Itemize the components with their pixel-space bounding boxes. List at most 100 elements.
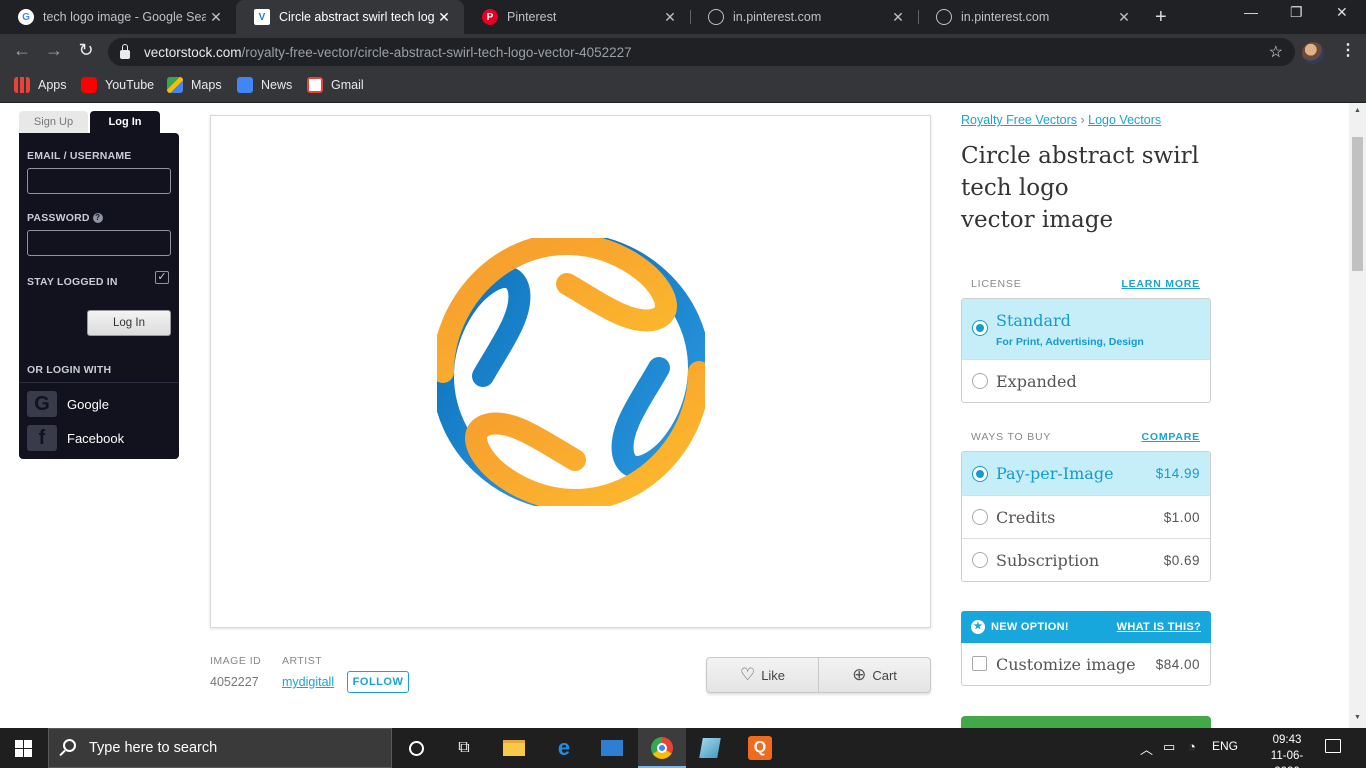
app-icon[interactable] — [698, 736, 722, 760]
minimize-icon[interactable]: — — [1244, 4, 1258, 20]
close-tab-icon[interactable]: ✕ — [1114, 9, 1134, 26]
mail-icon[interactable] — [600, 736, 624, 760]
google-label: Google — [67, 396, 109, 412]
windows-taskbar: Type here to search ⧉ e Q ︿ ▭ ◔ ENG 09:4… — [0, 728, 1366, 768]
show-hidden-icons[interactable]: ︿ — [1140, 739, 1153, 758]
close-tab-icon[interactable]: ✕ — [660, 9, 680, 26]
taskbar-search[interactable]: Type here to search — [48, 728, 392, 768]
new-tab-button[interactable]: + — [1155, 6, 1167, 29]
bookmark-youtube[interactable]: YouTube — [81, 77, 154, 93]
pinterest-icon: P — [482, 9, 498, 25]
breadcrumb-logo-vectors[interactable]: Logo Vectors — [1088, 113, 1161, 127]
globe-icon — [936, 9, 952, 25]
learn-more-link[interactable]: LEARN MORE — [1121, 278, 1200, 290]
tab-log-in[interactable]: Log In — [90, 111, 160, 133]
star-icon: ★ — [971, 620, 985, 634]
notifications-icon[interactable] — [1325, 739, 1341, 753]
bookmark-label: Apps — [38, 78, 67, 92]
image-id-value: 4052227 — [210, 675, 259, 689]
customize-image-option[interactable]: Customize image $84.00 — [961, 643, 1211, 686]
forward-arrow-icon[interactable]: → — [42, 40, 66, 61]
google-login-button[interactable]: G Google — [27, 391, 109, 417]
plus-circle-icon: ⊕ — [852, 665, 867, 684]
what-is-this-link[interactable]: WHAT IS THIS? — [1117, 621, 1201, 633]
stay-logged-in-checkbox[interactable]: ✓ — [155, 271, 169, 284]
license-expanded[interactable]: Expanded — [962, 359, 1210, 402]
page-scrollbar[interactable]: ▲ ▼ — [1349, 103, 1366, 728]
chrome-icon[interactable] — [650, 736, 674, 760]
reload-icon[interactable]: ↻ — [74, 40, 98, 61]
radio-selected[interactable] — [972, 465, 988, 482]
buy-credits[interactable]: Credits $1.00 — [962, 495, 1210, 538]
address-bar[interactable]: vectorstock.com/royalty-free-vector/circ… — [108, 38, 1295, 66]
scroll-down-icon[interactable]: ▼ — [1354, 714, 1361, 721]
tab-google-search[interactable]: G tech logo image - Google Search ✕ — [0, 0, 236, 34]
follow-button[interactable]: FOLLOW — [347, 671, 409, 693]
windows-start-icon[interactable] — [15, 740, 32, 757]
scrollbar-thumb[interactable] — [1352, 137, 1363, 271]
customize-checkbox[interactable] — [972, 656, 987, 671]
product-image[interactable] — [210, 115, 931, 628]
clock[interactable]: 09:43 11-06-2020 — [1262, 732, 1312, 768]
tab-pinterest-in-2[interactable]: in.pinterest.com ✕ — [918, 0, 1144, 34]
password-field[interactable] — [27, 230, 171, 256]
google-icon: G — [27, 391, 57, 417]
cart-button[interactable]: ⊕ Cart — [818, 658, 930, 692]
bookmark-news[interactable]: News — [237, 77, 292, 93]
edge-icon[interactable]: e — [552, 735, 576, 760]
profile-avatar[interactable] — [1302, 42, 1324, 64]
option-label: Expanded — [996, 371, 1077, 391]
battery-icon[interactable]: ▭ — [1163, 739, 1175, 755]
bookmark-maps[interactable]: Maps — [167, 77, 222, 93]
facebook-login-button[interactable]: f Facebook — [27, 425, 124, 451]
radio-selected[interactable] — [972, 320, 988, 336]
url-domain: vectorstock.com — [144, 44, 242, 60]
tab-title: Circle abstract swirl tech logo Royalty — [279, 10, 434, 24]
task-view-icon[interactable]: ⧉ — [452, 736, 476, 760]
compare-link[interactable]: COMPARE — [1142, 431, 1201, 443]
tab-pinterest-in[interactable]: in.pinterest.com ✕ — [690, 0, 918, 34]
back-arrow-icon[interactable]: ← — [10, 40, 34, 61]
q-app-icon[interactable]: Q — [748, 736, 772, 760]
tab-pinterest[interactable]: P Pinterest ✕ — [464, 0, 690, 34]
buy-pay-per-image[interactable]: Pay-per-Image $14.99 — [962, 452, 1210, 495]
or-login-with-label: OR LOGIN WITH — [27, 364, 112, 376]
scroll-up-icon[interactable]: ▲ — [1354, 107, 1361, 114]
password-label: PASSWORD — [27, 212, 90, 224]
swirl-logo-image — [437, 238, 705, 506]
file-explorer-icon[interactable] — [502, 736, 526, 760]
breadcrumb-royalty-free[interactable]: Royalty Free Vectors — [961, 113, 1077, 127]
option-sublabel: For Print, Advertising, Design — [996, 336, 1144, 348]
help-icon[interactable]: ? — [92, 213, 103, 224]
radio[interactable] — [972, 373, 988, 389]
bookmark-star-icon[interactable]: ☆ — [1269, 42, 1283, 62]
cortana-icon[interactable] — [404, 736, 428, 760]
title-line: vector image — [961, 207, 1114, 233]
email-field[interactable] — [27, 168, 171, 194]
restore-icon[interactable]: ❐ — [1290, 4, 1303, 21]
close-tab-icon[interactable]: ✕ — [888, 9, 908, 26]
radio[interactable] — [972, 552, 988, 568]
language-indicator[interactable]: ENG — [1212, 739, 1238, 753]
like-button[interactable]: ♡ Like — [707, 658, 818, 692]
bookmark-gmail[interactable]: Gmail — [307, 77, 364, 93]
password-label-row: PASSWORD? — [27, 212, 103, 224]
log-in-button[interactable]: Log In — [87, 310, 171, 336]
tab-sign-up[interactable]: Sign Up — [19, 111, 88, 133]
tab-vectorstock[interactable]: V Circle abstract swirl tech logo Royalt… — [236, 0, 464, 34]
artist-link[interactable]: mydigitall — [282, 675, 334, 689]
breadcrumb-separator: › — [1080, 113, 1085, 127]
buy-button[interactable] — [961, 716, 1211, 728]
customize-label: Customize image — [996, 654, 1136, 674]
apps-grid-icon — [14, 77, 30, 93]
bookmark-label: Gmail — [331, 78, 364, 92]
buy-subscription[interactable]: Subscription $0.69 — [962, 538, 1210, 581]
bookmark-apps[interactable]: Apps — [14, 77, 67, 93]
close-window-icon[interactable]: ✕ — [1336, 4, 1348, 21]
wifi-icon[interactable]: ◔ — [1188, 739, 1196, 754]
radio[interactable] — [972, 509, 988, 525]
license-standard[interactable]: Standard For Print, Advertising, Design — [962, 299, 1210, 359]
close-tab-icon[interactable]: ✕ — [434, 9, 454, 26]
close-tab-icon[interactable]: ✕ — [206, 9, 226, 26]
chrome-menu-icon[interactable]: ⋮ — [1340, 40, 1356, 60]
